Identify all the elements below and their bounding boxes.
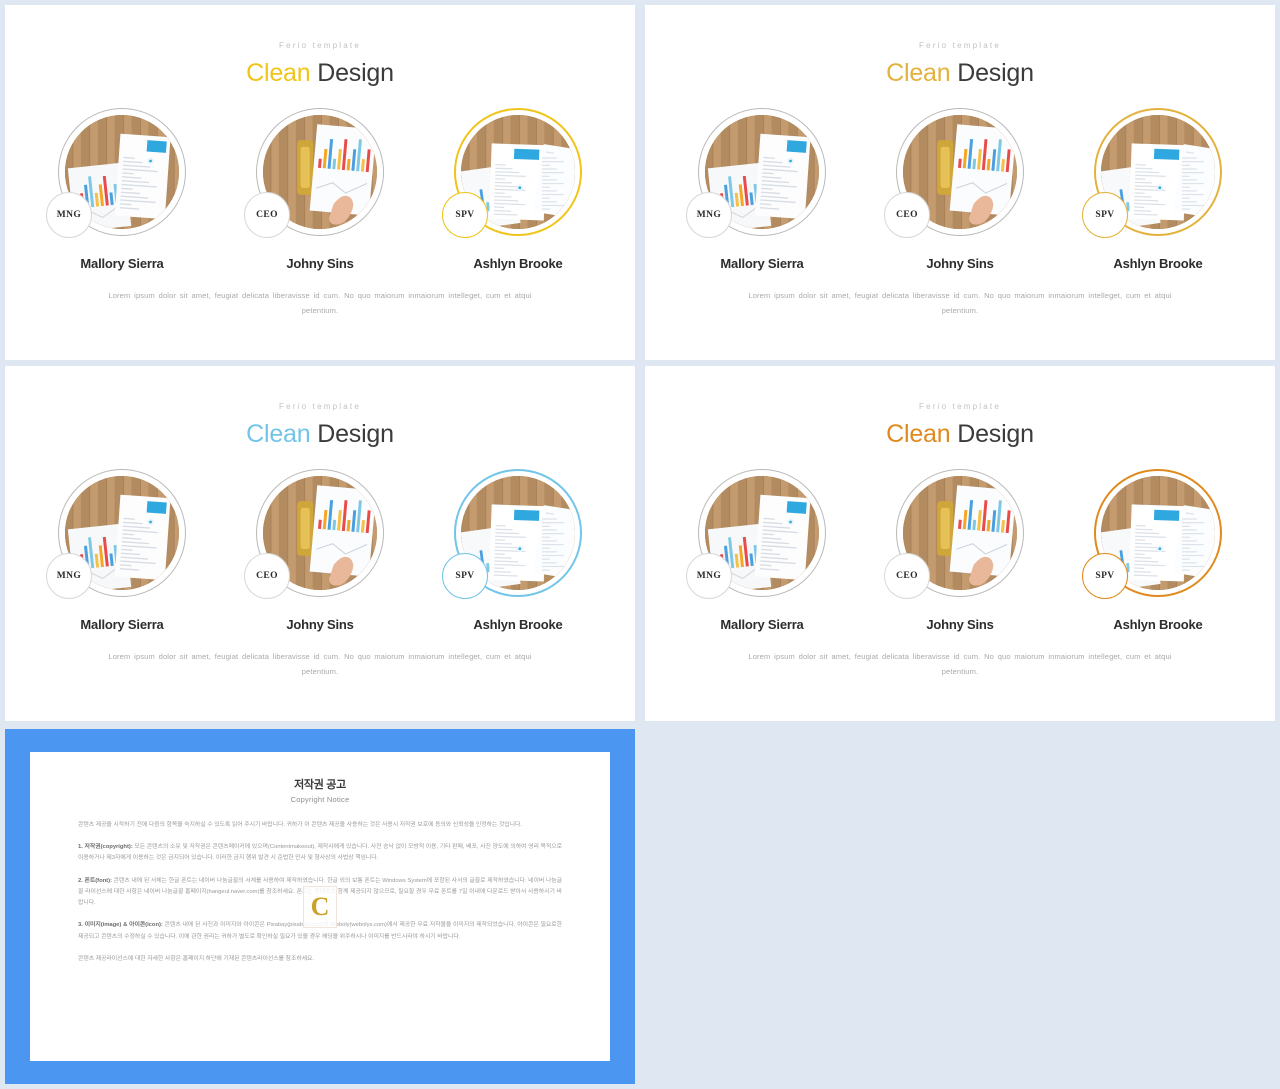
role-badge: SPV <box>1082 192 1128 238</box>
copyright-paragraph: 콘텐츠 제공라이선스에 대한 자세한 사항은 홈페이지 하단에 기재된 콘텐츠라… <box>78 954 562 965</box>
role-badge: SPV <box>442 553 488 599</box>
slide-eyebrow: Ferio template <box>279 402 361 411</box>
copyright-paragraph: 1. 저작권(copyright): 모든 콘텐츠의 소유 및 저작권은 콘텐츠… <box>78 842 562 864</box>
member-name: Ashlyn Brooke <box>1113 256 1203 271</box>
avatar[interactable]: MNG <box>46 469 186 599</box>
member-name: Johny Sins <box>926 256 994 271</box>
slide-2[interactable]: Ferio template Clean Design MNG Mallory … <box>645 5 1275 360</box>
slide-caption: Lorem ipsum dolor sit amet, feugiat deli… <box>748 291 1172 315</box>
member-card[interactable]: MNG Mallory Sierra <box>42 469 202 632</box>
member-card[interactable]: CEO Johny Sins <box>880 469 1040 632</box>
paragraph-text: 콘텐츠 제공을 시작하기 전에 다음의 항목을 숙지하실 수 있도록 읽어 주시… <box>78 822 522 828</box>
headline-accent: Clean <box>246 420 311 448</box>
member-card[interactable]: MNG Mallory Sierra <box>42 108 202 271</box>
slide-4[interactable]: Ferio template Clean Design MNG Mallory … <box>645 366 1275 721</box>
slide-headline: Clean Design <box>645 420 1275 449</box>
avatar[interactable]: SPV <box>1082 108 1222 238</box>
headline-accent: Clean <box>886 420 951 448</box>
member-name: Ashlyn Brooke <box>473 256 563 271</box>
member-card[interactable]: CEO Johny Sins <box>240 108 400 271</box>
role-badge: CEO <box>244 192 290 238</box>
member-name: Ashlyn Brooke <box>1113 617 1203 632</box>
slide-caption: Lorem ipsum dolor sit amet, feugiat deli… <box>748 652 1172 676</box>
avatar[interactable]: SPV <box>1082 469 1222 599</box>
slide-eyebrow: Ferio template <box>279 41 361 50</box>
role-badge: MNG <box>686 192 732 238</box>
headline-accent: Clean <box>246 59 311 87</box>
copyright-title-en: Copyright Notice <box>290 795 350 804</box>
role-badge: CEO <box>884 553 930 599</box>
member-card[interactable]: MNG Mallory Sierra <box>682 469 842 632</box>
member-list: MNG Mallory Sierra CEO Johny Sins SPV As… <box>645 108 1275 271</box>
avatar[interactable]: SPV <box>442 108 582 238</box>
copyright-paragraph: 2. 폰트(font): 콘텐츠 내에 된 서체는 한글 폰트는 네이버 나눔글… <box>78 876 562 910</box>
copyright-paragraph: 콘텐츠 제공을 시작하기 전에 다음의 항목을 숙지하실 수 있도록 읽어 주시… <box>78 820 562 831</box>
slide-headline: Clean Design <box>5 59 635 88</box>
headline-rest: Design <box>950 59 1034 87</box>
role-badge: SPV <box>1082 553 1128 599</box>
paragraph-text: 콘텐츠 내에 된 서체는 한글 폰트는 네이버 나눔글꼴의 서체를 사용하여 제… <box>78 877 563 907</box>
slide-caption: Lorem ipsum dolor sit amet, feugiat deli… <box>108 652 532 676</box>
copyright-panel: 저작권 공고 Copyright Notice 콘텐츠 제공을 시작하기 전에 … <box>30 752 610 1061</box>
avatar[interactable]: MNG <box>686 469 826 599</box>
slide-caption: Lorem ipsum dolor sit amet, feugiat deli… <box>108 291 532 315</box>
member-card[interactable]: SPV Ashlyn Brooke <box>1078 108 1238 271</box>
member-name: Ashlyn Brooke <box>473 617 563 632</box>
avatar[interactable]: MNG <box>46 108 186 238</box>
paragraph-text: 모든 콘텐츠의 소유 및 저작권은 콘텐츠메이커에 있으며(Contentmak… <box>78 844 562 862</box>
paragraph-lead: 2. 폰트(font): <box>78 877 112 884</box>
avatar[interactable]: CEO <box>244 469 384 599</box>
headline-rest: Design <box>310 420 394 448</box>
slide-eyebrow: Ferio template <box>919 41 1001 50</box>
headline-rest: Design <box>310 59 394 87</box>
member-name: Mallory Sierra <box>720 617 804 632</box>
slide-deck-page: Ferio template Clean Design MNG Mallory … <box>0 0 1280 1089</box>
role-badge: CEO <box>884 192 930 238</box>
member-card[interactable]: MNG Mallory Sierra <box>682 108 842 271</box>
slide-1[interactable]: Ferio template Clean Design MNG Mallory … <box>5 5 635 360</box>
member-list: MNG Mallory Sierra CEO Johny Sins SPV As… <box>645 469 1275 632</box>
member-name: Mallory Sierra <box>80 617 164 632</box>
slide-3[interactable]: Ferio template Clean Design MNG Mallory … <box>5 366 635 721</box>
member-name: Johny Sins <box>926 617 994 632</box>
role-badge: MNG <box>686 553 732 599</box>
role-badge: MNG <box>46 553 92 599</box>
copyright-body: 콘텐츠 제공을 시작하기 전에 다음의 항목을 숙지하실 수 있도록 읽어 주시… <box>78 820 562 965</box>
member-name: Mallory Sierra <box>720 256 804 271</box>
slide-headline: Clean Design <box>5 420 635 449</box>
avatar[interactable]: MNG <box>686 108 826 238</box>
member-card[interactable]: CEO Johny Sins <box>240 469 400 632</box>
role-badge: CEO <box>244 553 290 599</box>
avatar[interactable]: CEO <box>884 469 1024 599</box>
member-list: MNG Mallory Sierra CEO Johny Sins SPV As… <box>5 469 635 632</box>
member-name: Johny Sins <box>286 617 354 632</box>
member-card[interactable]: SPV Ashlyn Brooke <box>438 108 598 271</box>
member-card[interactable]: CEO Johny Sins <box>880 108 1040 271</box>
slide-headline: Clean Design <box>645 59 1275 88</box>
headline-accent: Clean <box>886 59 951 87</box>
slide-eyebrow: Ferio template <box>919 402 1001 411</box>
paragraph-lead: 3. 이미지(image) & 아이콘(icon): <box>78 922 163 929</box>
member-card[interactable]: SPV Ashlyn Brooke <box>1078 469 1238 632</box>
paragraph-lead: 1. 저작권(copyright): <box>78 844 133 851</box>
avatar[interactable]: SPV <box>442 469 582 599</box>
member-name: Mallory Sierra <box>80 256 164 271</box>
slide-copyright-notice[interactable]: 저작권 공고 Copyright Notice 콘텐츠 제공을 시작하기 전에 … <box>5 729 635 1084</box>
avatar[interactable]: CEO <box>884 108 1024 238</box>
member-list: MNG Mallory Sierra CEO Johny Sins SPV As… <box>5 108 635 271</box>
member-name: Johny Sins <box>286 256 354 271</box>
member-card[interactable]: SPV Ashlyn Brooke <box>438 469 598 632</box>
role-badge: SPV <box>442 192 488 238</box>
copyright-title-kr: 저작권 공고 <box>294 779 346 791</box>
paragraph-text: 콘텐츠 제공라이선스에 대한 자세한 사항은 홈페이지 하단에 기재된 콘텐츠라… <box>78 955 315 962</box>
copyright-paragraph: 3. 이미지(image) & 아이콘(icon): 콘텐츠 내에 된 사진과 … <box>78 920 562 942</box>
headline-rest: Design <box>950 420 1034 448</box>
avatar[interactable]: CEO <box>244 108 384 238</box>
role-badge: MNG <box>46 192 92 238</box>
